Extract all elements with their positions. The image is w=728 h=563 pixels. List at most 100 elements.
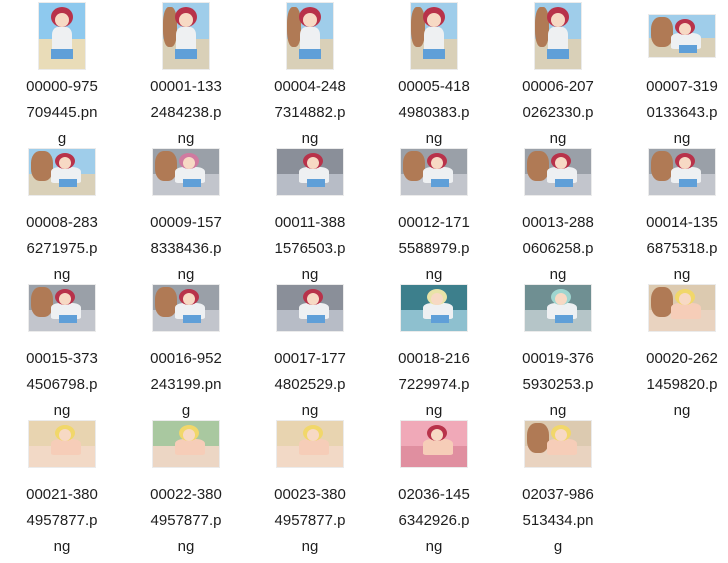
file-name-line: 00017-177 [274, 350, 346, 367]
figure-shape [423, 49, 445, 59]
file-name-line: 243199.pn [150, 376, 222, 393]
file-name-line: 00019-376 [522, 350, 594, 367]
file-name-line: 4802529.p [274, 376, 346, 393]
image-thumbnail[interactable] [29, 149, 95, 195]
thumbnail-slot [496, 408, 620, 480]
figure-shape [183, 157, 195, 169]
file-item[interactable]: 00005-418 4980383.p ng [372, 0, 496, 147]
image-thumbnail[interactable] [153, 149, 219, 195]
image-thumbnail[interactable] [153, 421, 219, 467]
file-item[interactable]: 00020-262 1459820.p ng [620, 272, 728, 419]
file-name-line: 00000-975 [26, 78, 98, 95]
file-name-line: 4957877.p [26, 512, 98, 529]
image-thumbnail[interactable] [401, 421, 467, 467]
image-thumbnail[interactable] [29, 285, 95, 331]
image-thumbnail[interactable] [277, 421, 343, 467]
image-thumbnail[interactable] [29, 421, 95, 467]
thumbnail-slot [372, 272, 496, 344]
figure-shape [299, 49, 321, 59]
file-name-line: 0606258.p [522, 240, 594, 257]
file-item[interactable]: 00017-177 4802529.p ng [248, 272, 372, 419]
image-thumbnail[interactable] [287, 3, 333, 69]
thumbnail-slot [620, 0, 728, 72]
image-thumbnail[interactable] [153, 285, 219, 331]
figure-shape [183, 429, 195, 441]
figure-shape [431, 179, 449, 187]
file-name-line: 4506798.p [26, 376, 98, 393]
file-item[interactable]: 00009-157 8338436.p ng [124, 136, 248, 283]
figure-shape [175, 439, 205, 455]
image-thumbnail[interactable] [401, 149, 467, 195]
file-name-line: 6271975.p [26, 240, 98, 257]
image-thumbnail[interactable] [277, 149, 343, 195]
file-name-label: 00023-380 4957877.p ng [248, 482, 372, 560]
file-item[interactable]: 00014-135 6875318.p ng [620, 136, 728, 283]
figure-shape [431, 429, 443, 441]
file-name-line: 8338436.p [150, 240, 222, 257]
thumbnail-slot [124, 272, 248, 344]
figure-shape [59, 293, 71, 305]
file-name-label: 02036-145 6342926.p ng [372, 482, 496, 560]
file-item[interactable]: 00011-388 1576503.p ng [248, 136, 372, 283]
file-item[interactable]: 00022-380 4957877.p ng [124, 408, 248, 555]
image-thumbnail[interactable] [649, 15, 715, 57]
image-thumbnail[interactable] [535, 3, 581, 69]
image-thumbnail[interactable] [411, 3, 457, 69]
file-item[interactable]: 00000-975 709445.pn g [0, 0, 124, 147]
image-thumbnail[interactable] [649, 285, 715, 331]
image-thumbnail[interactable] [649, 149, 715, 195]
image-thumbnail[interactable] [401, 285, 467, 331]
thumbnail-slot [620, 136, 728, 208]
file-thumbnail-grid: 00000-975 709445.pn g 00001-133 2484238.p ng 0… [0, 0, 728, 563]
file-item[interactable]: 00006-207 0262330.p ng [496, 0, 620, 147]
figure-shape [307, 179, 325, 187]
file-item[interactable]: 00019-376 5930253.p ng [496, 272, 620, 419]
thumbnail-slot [372, 408, 496, 480]
file-item[interactable]: 00023-380 4957877.p ng [248, 408, 372, 555]
figure-shape [183, 315, 201, 323]
image-thumbnail[interactable] [39, 3, 85, 69]
file-name-line: 00020-262 [646, 350, 718, 367]
file-item[interactable]: 00021-380 4957877.p ng [0, 408, 124, 555]
thumbnail-slot [496, 0, 620, 72]
file-name-line: 00013-288 [522, 214, 594, 231]
figure-shape [527, 151, 549, 181]
file-item[interactable]: 00015-373 4506798.p ng [0, 272, 124, 419]
thumbnail-slot [496, 272, 620, 344]
file-item[interactable]: 00008-283 6271975.p ng [0, 136, 124, 283]
figure-shape [51, 49, 73, 59]
file-name-line: 513434.pn [522, 512, 594, 529]
figure-shape [427, 13, 441, 27]
thumbnail-slot [372, 0, 496, 72]
image-thumbnail[interactable] [277, 285, 343, 331]
figure-shape [423, 439, 453, 455]
figure-shape [679, 179, 697, 187]
thumbnail-slot [0, 0, 124, 72]
file-item[interactable]: 00012-171 5588979.p ng [372, 136, 496, 283]
file-item[interactable]: 02037-986 513434.pn g [496, 408, 620, 555]
figure-shape [651, 17, 673, 47]
file-item[interactable]: 00001-133 2484238.p ng [124, 0, 248, 147]
file-name-line: 02037-986 [522, 486, 594, 503]
file-item[interactable]: 00004-248 7314882.p ng [248, 0, 372, 147]
image-thumbnail[interactable] [525, 149, 591, 195]
file-name-line: 2484238.p [150, 104, 222, 121]
figure-shape [183, 293, 195, 305]
image-thumbnail[interactable] [525, 421, 591, 467]
file-name-label: 00020-262 1459820.p ng [620, 346, 728, 424]
image-thumbnail[interactable] [525, 285, 591, 331]
file-item[interactable]: 02036-145 6342926.p ng [372, 408, 496, 555]
file-item[interactable]: 00013-288 0606258.p ng [496, 136, 620, 283]
figure-shape [155, 287, 177, 317]
file-item[interactable]: 00018-216 7229974.p ng [372, 272, 496, 419]
figure-shape [679, 293, 691, 305]
file-name-label: 00022-380 4957877.p ng [124, 482, 248, 560]
figure-shape [431, 315, 449, 323]
figure-shape [299, 439, 329, 455]
file-name-line: g [553, 538, 563, 555]
image-thumbnail[interactable] [163, 3, 209, 69]
file-item[interactable]: 00016-952 243199.pn g [124, 272, 248, 419]
file-name-line: 5930253.p [522, 376, 594, 393]
file-item[interactable]: 00007-319 0133643.p ng [620, 0, 728, 147]
figure-shape [679, 23, 691, 35]
